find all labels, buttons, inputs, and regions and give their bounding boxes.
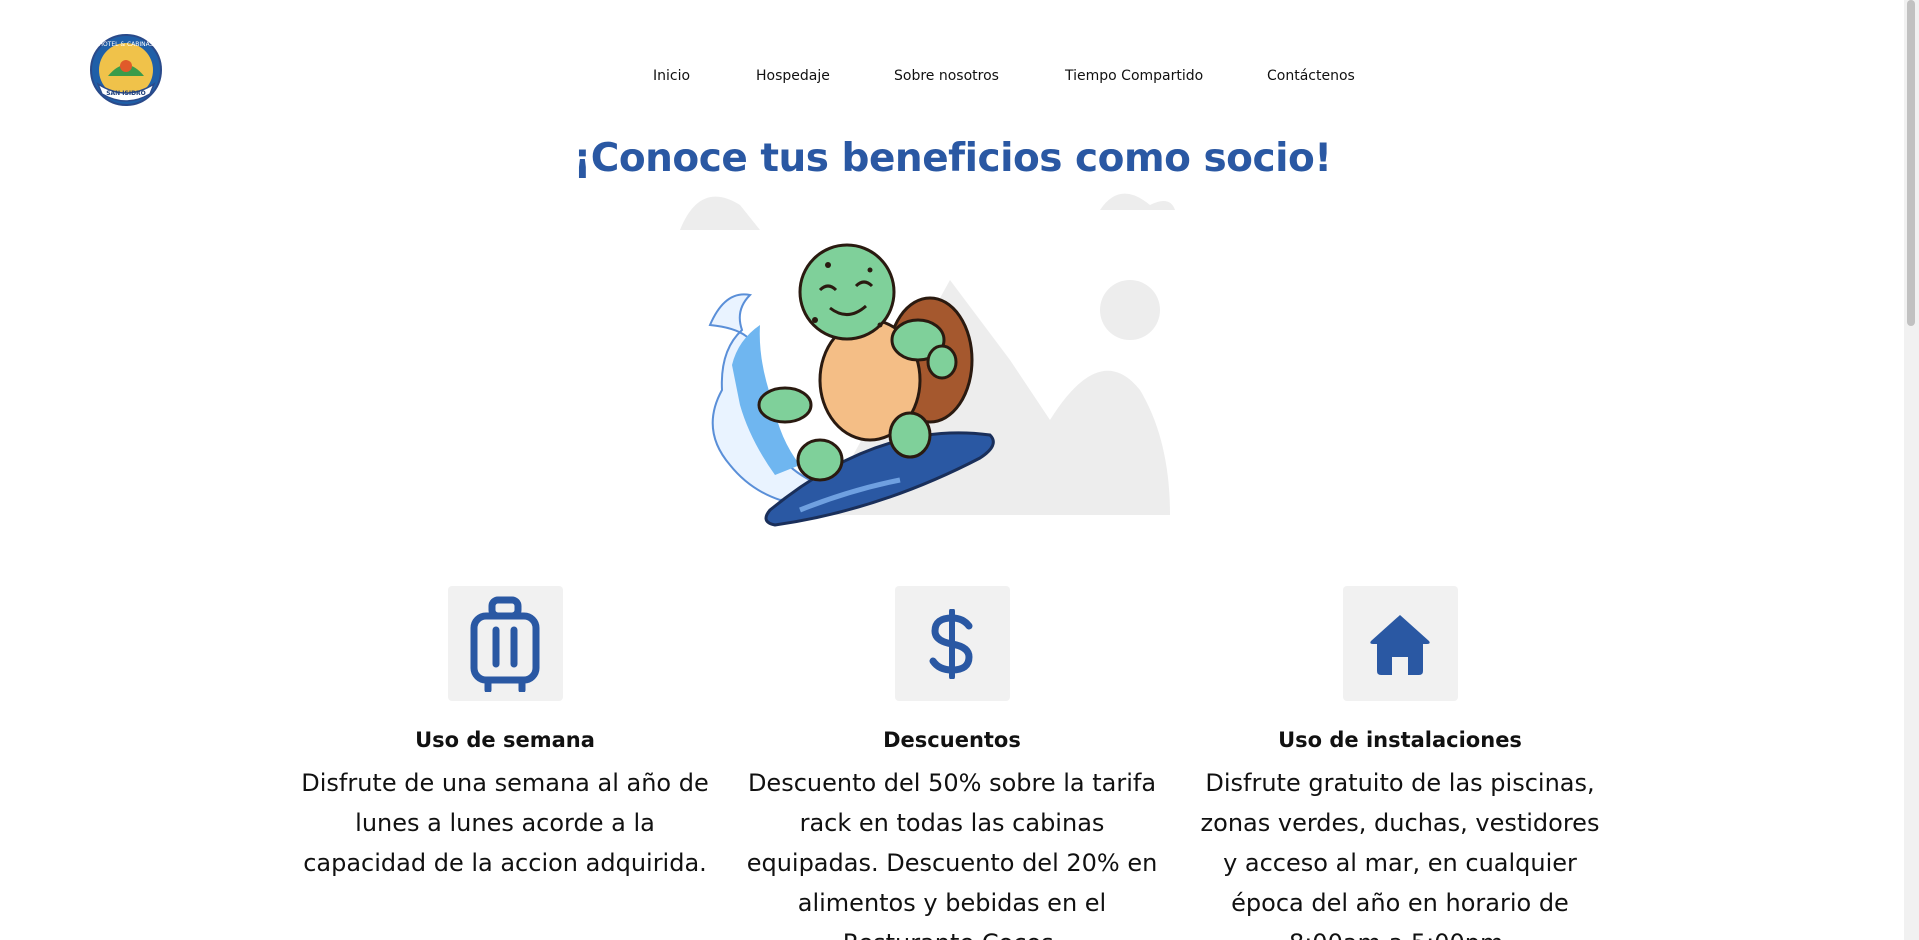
scrollbar-thumb[interactable]	[1907, 0, 1915, 326]
benefit-text: Disfrute gratuito de las piscinas, zonas…	[1200, 769, 1600, 940]
nav-item-hospedaje[interactable]: Hospedaje	[756, 68, 830, 84]
benefit-text: Disfrute de una semana al año de lunes a…	[301, 769, 709, 877]
benefit-icon-box	[894, 586, 1010, 701]
benefit-icon-box	[447, 586, 563, 701]
nav-item-contactenos[interactable]: Contáctenos	[1267, 68, 1355, 84]
dollar-icon	[929, 608, 973, 679]
benefit-descuentos: Descuentos Descuento del 50% sobre la ta…	[742, 586, 1162, 940]
benefit-title: Descuentos	[883, 728, 1021, 752]
nav-item-sobre-nosotros[interactable]: Sobre nosotros	[894, 68, 999, 84]
luggage-icon	[470, 596, 540, 692]
hero-illustration	[680, 190, 1180, 565]
nav-item-tiempo-compartido[interactable]: Tiempo Compartido	[1065, 68, 1203, 84]
benefit-uso-de-semana: Uso de semana Disfrute de una semana al …	[295, 586, 715, 883]
benefit-uso-de-instalaciones: Uso de instalaciones Disfrute gratuito d…	[1190, 586, 1610, 940]
benefit-title: Uso de semana	[415, 728, 595, 752]
page-title: ¡Conoce tus beneficios como socio!	[573, 136, 1332, 181]
benefit-title: Uso de instalaciones	[1278, 728, 1522, 752]
main-nav: Inicio Hospedaje Sobre nosotros Tiempo C…	[0, 68, 1919, 92]
page-scrollbar[interactable]	[1904, 0, 1919, 940]
logo-text-top: HOTEL & CABINAS	[98, 41, 153, 48]
nav-item-inicio[interactable]: Inicio	[653, 68, 690, 84]
benefit-text: Descuento del 50% sobre la tarifa rack e…	[746, 769, 1158, 940]
benefit-icon-box	[1342, 586, 1458, 701]
home-icon	[1370, 614, 1430, 675]
